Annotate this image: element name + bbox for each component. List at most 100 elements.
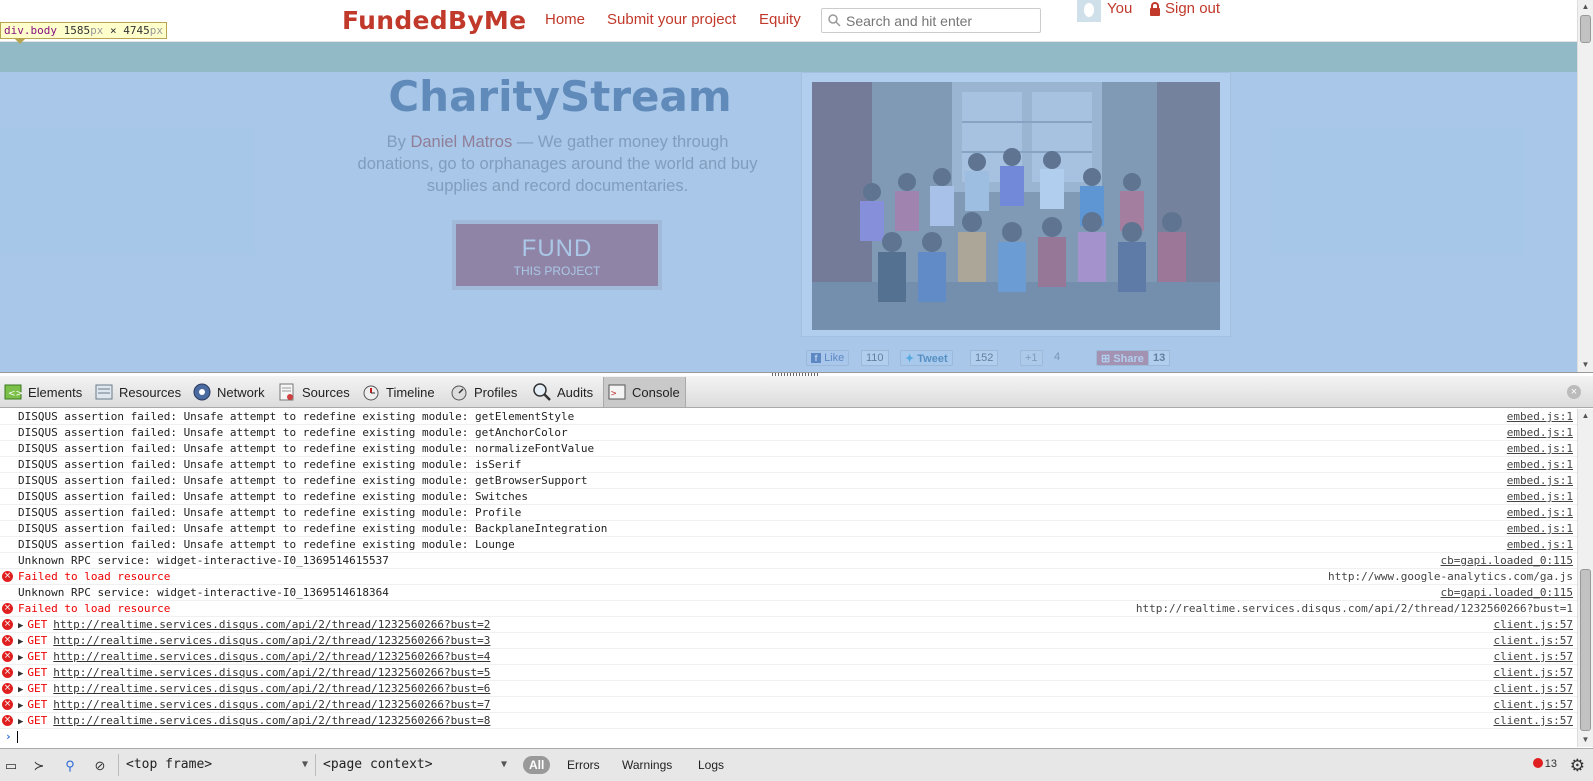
sign-out-link[interactable]: Sign out [1165,0,1220,17]
request-url-link[interactable]: http://realtime.services.disqus.com/api/… [53,698,490,711]
site-search-box[interactable] [821,8,1041,33]
error-icon: × [2,571,13,582]
text-caret [16,731,18,743]
page-scrollbar[interactable]: ▲ ▼ [1577,0,1593,372]
console-message: DISQUS assertion failed: Unsafe attempt … [0,537,1577,553]
context-select[interactable]: <page context> ▼ [315,754,513,776]
console-network-error: × ▶ GET http://realtime.services.disqus.com… [0,681,1577,697]
filter-logs[interactable]: Logs [698,756,724,774]
tab-audits[interactable]: Audits [529,377,598,407]
facebook-like-button[interactable]: f Like [806,350,850,366]
site-search-input[interactable] [846,12,1036,30]
request-url-link[interactable]: http://realtime.services.disqus.com/api/… [53,634,490,647]
source-link[interactable]: embed.js:1 [1507,473,1573,488]
user-profile-link[interactable]: You [1107,0,1132,17]
fund-project-button[interactable]: FUND THIS PROJECT [456,224,658,286]
console-prompt[interactable]: › [0,729,1577,745]
source-link[interactable]: client.js:57 [1494,617,1573,632]
site-logo[interactable]: FundedByMe [342,6,526,35]
console-output: DISQUS assertion failed: Unsafe attempt … [0,409,1577,747]
website-viewport: FundedByMe Home Submit your project Equi… [0,0,1577,372]
tab-elements[interactable]: <> Elements [0,377,87,407]
filter-errors[interactable]: Errors [567,756,600,774]
source-link[interactable]: client.js:57 [1494,633,1573,648]
project-author-link[interactable]: Daniel Matros [410,133,512,151]
site-header: FundedByMe Home Submit your project Equi… [0,0,1577,42]
project-photo[interactable] [812,82,1220,330]
error-icon [1532,758,1543,768]
expand-triangle-icon[interactable]: ▶ [18,701,23,711]
console-message: DISQUS assertion failed: Unsafe attempt … [0,505,1577,521]
source-link[interactable]: cb=gapi.loaded_0:115 [1441,553,1573,568]
source-link[interactable]: embed.js:1 [1507,425,1573,440]
filter-all[interactable]: All [523,756,551,774]
inspect-search-icon[interactable]: ⚲ [61,757,79,775]
source-link[interactable]: client.js:57 [1494,681,1573,696]
user-avatar[interactable] [1077,0,1101,22]
request-url-link[interactable]: http://realtime.services.disqus.com/api/… [53,666,490,679]
console-network-error: × ▶ GET http://realtime.services.disqus.com… [0,617,1577,633]
console-scrollbar[interactable]: ▲ ▼ [1577,409,1593,747]
http-method: GET [27,698,48,711]
tweet-button[interactable]: ✦ Tweet [900,350,953,366]
request-url-link[interactable]: http://realtime.services.disqus.com/api/… [53,714,490,727]
tab-network[interactable]: Network [189,377,270,407]
filter-warnings[interactable]: Warnings [622,756,672,774]
source-link[interactable]: client.js:57 [1494,649,1573,664]
show-drawer-icon[interactable]: ≻ [30,757,48,775]
source-link[interactable]: embed.js:1 [1507,457,1573,472]
twitter-icon: ✦ [905,353,915,365]
nav-equity-link[interactable]: Equity [759,11,801,28]
page-scrollbar-thumb[interactable] [1580,15,1591,43]
scroll-up-arrow[interactable]: ▲ [1578,409,1593,423]
error-icon: × [2,635,13,646]
source-link[interactable]: embed.js:1 [1507,521,1573,536]
source-link[interactable]: embed.js:1 [1507,409,1573,424]
request-url-link[interactable]: http://realtime.services.disqus.com/api/… [53,650,490,663]
share-button[interactable]: ⊞ Share [1096,350,1149,366]
source-link[interactable]: embed.js:1 [1507,441,1573,456]
dock-icon[interactable]: ▭ [2,757,20,775]
tweet-count: 152 [970,350,999,366]
scroll-down-arrow[interactable]: ▼ [1578,733,1593,747]
source-link[interactable]: embed.js:1 [1507,505,1573,520]
expand-triangle-icon[interactable]: ▶ [18,653,23,663]
gear-icon[interactable]: ⚙ [1570,756,1585,776]
source-link[interactable]: client.js:57 [1494,665,1573,680]
clear-console-icon[interactable]: ⊘ [91,757,109,775]
google-plusone-button[interactable]: +1 [1020,350,1043,366]
nav-submit-project-link[interactable]: Submit your project [607,11,736,28]
frame-select[interactable]: <top frame> ▼ [118,754,314,776]
nav-home-link[interactable]: Home [545,11,585,28]
tweet-label: Tweet [917,353,948,365]
scroll-up-arrow[interactable]: ▲ [1578,0,1593,14]
source-url: http://realtime.services.disqus.com/api/… [1135,602,1573,615]
error-counter[interactable]: 13 [1532,758,1557,770]
console-message: Unknown RPC service: widget-interactive-… [0,553,1577,569]
request-url-link[interactable]: http://realtime.services.disqus.com/api/… [53,618,490,631]
expand-triangle-icon[interactable]: ▶ [18,669,23,679]
message-text: Failed to load resource [18,602,171,615]
expand-triangle-icon[interactable]: ▶ [18,717,23,727]
source-link[interactable]: embed.js:1 [1507,537,1573,552]
console-message: DISQUS assertion failed: Unsafe attempt … [0,489,1577,505]
by-label: By [386,133,411,151]
tab-console[interactable]: > Console [603,377,686,407]
source-link[interactable]: client.js:57 [1494,713,1573,728]
console-network-error: × ▶ GET http://realtime.services.disqus.com… [0,633,1577,649]
console-message: DISQUS assertion failed: Unsafe attempt … [0,457,1577,473]
source-link[interactable]: client.js:57 [1494,697,1573,712]
source-link[interactable]: embed.js:1 [1507,489,1573,504]
expand-triangle-icon[interactable]: ▶ [18,685,23,695]
tab-sources[interactable]: Sources [274,377,355,407]
tab-profiles[interactable]: Profiles [446,377,522,407]
console-scrollbar-thumb[interactable] [1580,569,1591,731]
expand-triangle-icon[interactable]: ▶ [18,621,23,631]
close-icon[interactable]: × [1567,385,1581,399]
scroll-down-arrow[interactable]: ▼ [1578,358,1593,372]
tab-resources[interactable]: Resources [91,377,186,407]
expand-triangle-icon[interactable]: ▶ [18,637,23,647]
tab-timeline[interactable]: Timeline [358,377,440,407]
source-link[interactable]: cb=gapi.loaded_0:115 [1441,585,1573,600]
request-url-link[interactable]: http://realtime.services.disqus.com/api/… [53,682,490,695]
